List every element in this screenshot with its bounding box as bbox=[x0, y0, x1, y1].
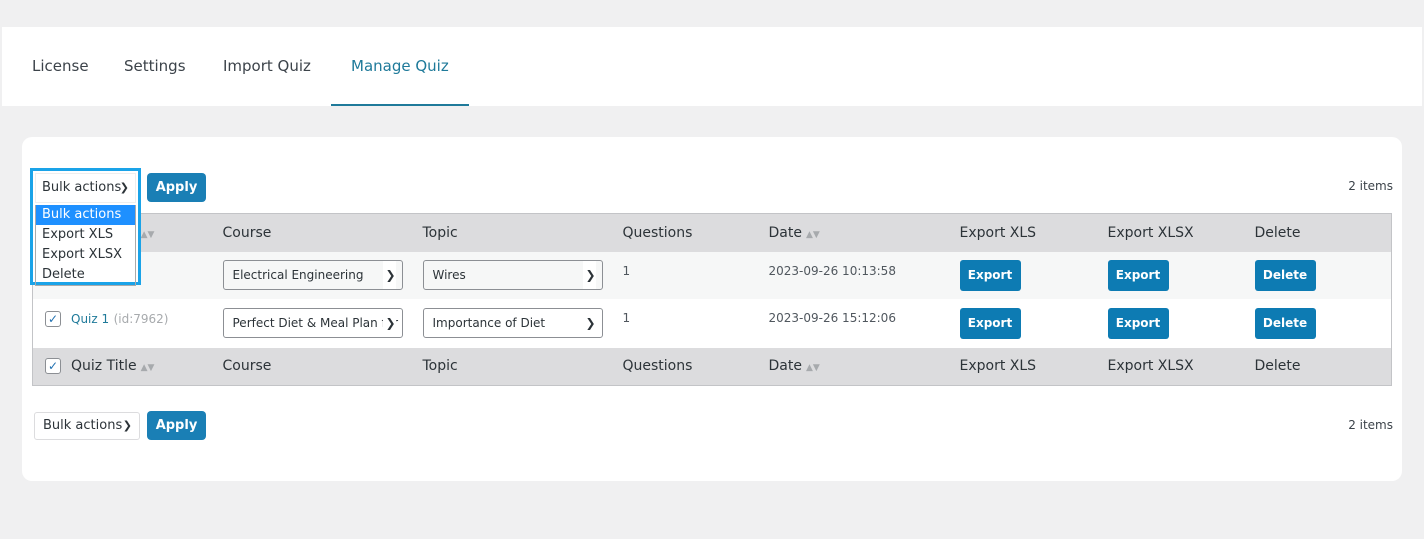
export-xls-cell: Export bbox=[959, 299, 1108, 348]
col-topic: Topic bbox=[422, 358, 458, 375]
table-row: (id:7951) Electrical Engineering❯ Wires❯… bbox=[32, 251, 1392, 299]
topic-select[interactable]: Importance of Diet ❯ bbox=[422, 308, 603, 338]
chevron-down-icon: ❯ bbox=[583, 309, 596, 337]
date-cell: 2023-09-26 15:12:06 bbox=[768, 310, 896, 325]
apply-button-bottom[interactable]: Apply bbox=[147, 411, 206, 440]
chevron-down-icon: ❯ bbox=[383, 261, 396, 289]
col-date[interactable]: Date ▲▼ bbox=[769, 214, 960, 252]
table-header: ✓Quiz Title▲▼ Course Topic Questions Dat… bbox=[32, 213, 1392, 252]
chevron-down-icon: ❯ bbox=[383, 309, 396, 337]
option-export-xlsx[interactable]: Export XLSX bbox=[36, 245, 135, 265]
course-cell: Electrical Engineering ❯ bbox=[222, 252, 423, 299]
col-delete: Delete bbox=[1254, 224, 1301, 241]
apply-button-top[interactable]: Apply bbox=[147, 173, 206, 202]
col-course: Course bbox=[222, 358, 272, 375]
quiz-title-link[interactable]: Quiz 1 bbox=[71, 312, 109, 326]
bulk-actions-select-bottom[interactable]: Bulk actions ❯ bbox=[34, 412, 140, 440]
option-delete[interactable]: Delete bbox=[36, 265, 135, 285]
questions-cell: 1 bbox=[622, 263, 631, 278]
topic-cell: Importance of Diet ❯ bbox=[422, 299, 623, 348]
col-date[interactable]: Date ▲▼ bbox=[769, 348, 960, 386]
items-count-top: 2 items bbox=[1348, 179, 1393, 193]
bulk-actions-dropdown-open[interactable]: Bulk actions ❯ Bulk actions Export XLS Ex… bbox=[30, 168, 141, 286]
tab-license[interactable]: License bbox=[32, 27, 89, 106]
col-course: Course bbox=[222, 224, 272, 241]
topic-value: Wires bbox=[432, 268, 466, 282]
chevron-down-icon: ❯ bbox=[122, 419, 132, 432]
select-all-checkbox[interactable]: ✓ bbox=[45, 358, 61, 375]
questions-cell: 1 bbox=[622, 310, 631, 325]
row-checkbox[interactable]: ✓ bbox=[45, 310, 61, 327]
topic-select[interactable]: Wires ❯ bbox=[422, 260, 603, 290]
tab-settings[interactable]: Settings bbox=[124, 27, 186, 106]
course-select[interactable]: Perfect Diet & Meal Plan for ❯ bbox=[222, 308, 403, 338]
quiz-title-cell: ✓ Quiz 1 (id:7962) bbox=[33, 299, 223, 348]
col-export-xlsx: Export XLSX bbox=[1107, 358, 1194, 375]
sort-icon[interactable]: ▲▼ bbox=[806, 230, 820, 240]
col-label: Date bbox=[768, 224, 802, 241]
col-questions: Questions bbox=[622, 358, 693, 375]
course-value: Perfect Diet & Meal Plan for bbox=[232, 316, 399, 330]
items-count-bottom: 2 items bbox=[1348, 418, 1393, 432]
quiz-table: ✓ Quiz Title ▲▼ Course Topic Questions Dat… bbox=[32, 213, 1392, 386]
course-select[interactable]: Electrical Engineering ❯ bbox=[222, 260, 403, 290]
sort-icon[interactable]: ▲▼ bbox=[141, 230, 155, 240]
col-export-xlsx: Export XLSX bbox=[1107, 224, 1194, 241]
col-label: Date bbox=[768, 358, 802, 375]
sort-icon[interactable]: ▲▼ bbox=[806, 363, 820, 373]
bulk-actions-value: Bulk actions bbox=[42, 180, 122, 195]
manage-quiz-panel: Bulk actions❯ Apply 2 items ✓Quiz Title▲… bbox=[22, 137, 1402, 481]
col-export-xls: Export XLS bbox=[959, 224, 1037, 241]
export-xls-button[interactable]: Export bbox=[959, 307, 1021, 339]
date-cell: 2023-09-26 10:13:58 bbox=[768, 263, 896, 278]
col-questions: Questions bbox=[622, 224, 693, 241]
course-value: Electrical Engineering bbox=[232, 268, 364, 282]
bulk-actions-value: Bulk actions bbox=[43, 418, 123, 433]
bulk-actions-options: Bulk actions Export XLS Export XLSX Dele… bbox=[35, 205, 136, 286]
tab-bar: License Settings Import Quiz Manage Quiz bbox=[2, 27, 1422, 106]
table-row: ✓ Quiz 1 (id:7962) Perfect Diet & Meal Pl… bbox=[32, 298, 1392, 348]
chevron-down-icon: ❯ bbox=[583, 261, 596, 289]
table-footer: ✓ Quiz Title ▲▼ Course Topic Questions Dat… bbox=[32, 347, 1392, 386]
option-bulk-actions[interactable]: Bulk actions bbox=[36, 205, 135, 225]
tab-import-quiz[interactable]: Import Quiz bbox=[223, 27, 311, 106]
option-export-xls[interactable]: Export XLS bbox=[36, 225, 135, 245]
delete-button[interactable]: Delete bbox=[1254, 307, 1316, 339]
chevron-down-icon: ❯ bbox=[119, 181, 129, 194]
delete-button[interactable]: Delete bbox=[1254, 259, 1316, 291]
delete-cell: Delete bbox=[1254, 299, 1392, 348]
topic-cell: Wires ❯ bbox=[422, 252, 623, 299]
export-xls-cell: Export bbox=[959, 252, 1108, 299]
bulk-actions-select-current[interactable]: Bulk actions ❯ bbox=[35, 173, 136, 203]
col-label: Quiz Title bbox=[71, 358, 137, 375]
tab-manage-quiz[interactable]: Manage Quiz bbox=[331, 27, 469, 106]
sort-icon[interactable]: ▲▼ bbox=[141, 363, 155, 373]
export-xlsx-button[interactable]: Export bbox=[1107, 259, 1169, 291]
col-quiz-title[interactable]: ✓ Quiz Title ▲▼ bbox=[33, 348, 223, 386]
export-xls-button[interactable]: Export bbox=[959, 259, 1021, 291]
col-topic: Topic bbox=[422, 224, 458, 241]
export-xlsx-button[interactable]: Export bbox=[1107, 307, 1169, 339]
export-xlsx-cell: Export bbox=[1107, 252, 1255, 299]
course-cell: Perfect Diet & Meal Plan for ❯ bbox=[222, 299, 423, 348]
quiz-id: (id:7962) bbox=[113, 311, 169, 326]
topic-value: Importance of Diet bbox=[432, 316, 546, 330]
delete-cell: Delete bbox=[1254, 252, 1392, 299]
col-export-xls: Export XLS bbox=[959, 358, 1037, 375]
export-xlsx-cell: Export bbox=[1107, 299, 1255, 348]
col-delete: Delete bbox=[1254, 358, 1301, 375]
